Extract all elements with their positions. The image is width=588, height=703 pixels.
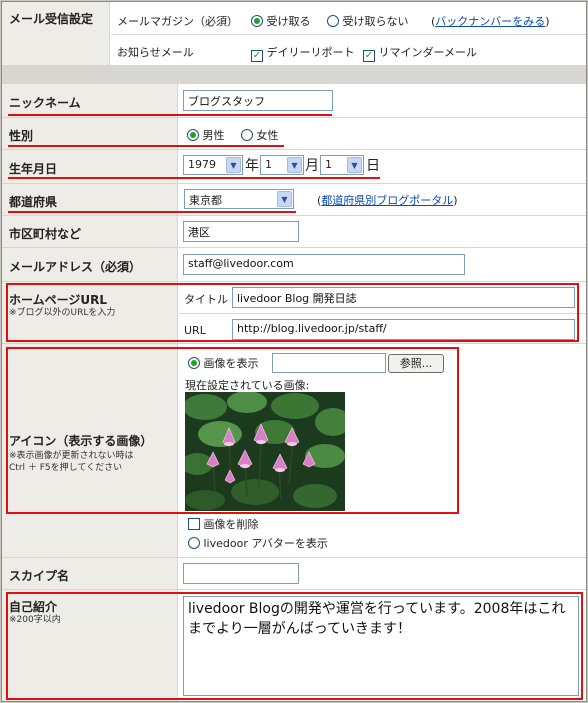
birth-year-select[interactable]: 1979 ▼ <box>183 155 243 175</box>
radio-selected-icon[interactable] <box>187 129 199 141</box>
delete-image-checkbox[interactable]: 画像を削除 <box>188 516 259 532</box>
skype-input[interactable] <box>183 563 299 584</box>
skype-row: スカイプ名 <box>2 558 586 590</box>
city-label: 市区町村など <box>9 227 82 241</box>
gender-female-radio[interactable]: 女性 <box>241 127 279 143</box>
divider <box>111 34 586 35</box>
nickname-row: ニックネーム ブログスタッフ <box>2 84 586 118</box>
prefecture-label: 都道府県 <box>9 195 58 209</box>
notice-mail-label: お知らせメール <box>117 46 194 59</box>
email-label: メールアドレス（必須） <box>9 260 142 274</box>
day-unit: 日 <box>366 158 380 174</box>
reminder-checkbox[interactable]: ✓ リマインダーメール <box>363 44 477 62</box>
prefecture-select[interactable]: 東京都 ▼ <box>184 189 294 209</box>
profile-settings-form: メール受信設定 メールマガジン（必須） 受け取る 受け取らない (バックナンバー… <box>1 1 587 702</box>
birthday-label: 生年月日 <box>9 162 58 176</box>
chevron-down-icon[interactable]: ▼ <box>226 157 241 173</box>
daily-report-checkbox[interactable]: ✓ デイリーリポート <box>251 44 355 62</box>
email-input[interactable]: staff@livedoor.com <box>183 254 465 275</box>
year-unit: 年 <box>245 158 259 174</box>
skype-label: スカイプ名 <box>9 569 70 583</box>
city-input[interactable]: 港区 <box>183 221 299 242</box>
radio-unselected-icon[interactable] <box>241 129 253 141</box>
city-row: 市区町村など 港区 <box>2 216 586 248</box>
month-unit: 月 <box>305 158 319 174</box>
prefecture-portal-link[interactable]: 都道府県別ブログポータル <box>321 194 453 207</box>
magazine-decline-radio[interactable]: 受け取らない <box>327 13 409 29</box>
section-separator <box>2 66 586 84</box>
chevron-down-icon[interactable]: ▼ <box>287 157 302 173</box>
birth-day-select[interactable]: 1 ▼ <box>320 155 364 175</box>
highlight-box <box>6 592 583 700</box>
nickname-input[interactable]: ブログスタッフ <box>183 90 333 111</box>
backnumber-link[interactable]: バックナンバーをみる <box>435 15 545 28</box>
highlight-underline <box>8 145 284 147</box>
radio-unselected-icon[interactable] <box>188 537 200 549</box>
chevron-down-icon[interactable]: ▼ <box>277 191 292 207</box>
checkbox-icon[interactable] <box>188 518 200 530</box>
radio-selected-icon[interactable] <box>251 15 263 27</box>
mail-settings-row: メール受信設定 メールマガジン（必須） 受け取る 受け取らない (バックナンバー… <box>2 2 586 66</box>
check-icon[interactable]: ✓ <box>251 50 263 62</box>
highlight-box <box>6 283 579 342</box>
birth-month-select[interactable]: 1 ▼ <box>260 155 304 175</box>
email-row: メールアドレス（必須） staff@livedoor.com <box>2 248 586 282</box>
highlight-underline <box>8 177 380 179</box>
check-icon[interactable]: ✓ <box>363 50 375 62</box>
avatar-radio[interactable]: livedoor アバターを表示 <box>188 535 328 551</box>
mail-settings-label: メール受信設定 <box>9 12 94 26</box>
highlight-box <box>6 347 459 514</box>
gender-label: 性別 <box>9 129 34 143</box>
mail-magazine-label: メールマガジン（必須） <box>117 15 238 28</box>
gender-male-radio[interactable]: 男性 <box>187 127 225 143</box>
highlight-underline <box>8 114 332 116</box>
magazine-receive-radio[interactable]: 受け取る <box>251 13 311 29</box>
radio-unselected-icon[interactable] <box>327 15 339 27</box>
nickname-label: ニックネーム <box>9 96 81 110</box>
chevron-down-icon[interactable]: ▼ <box>347 157 362 173</box>
highlight-underline <box>8 211 296 213</box>
